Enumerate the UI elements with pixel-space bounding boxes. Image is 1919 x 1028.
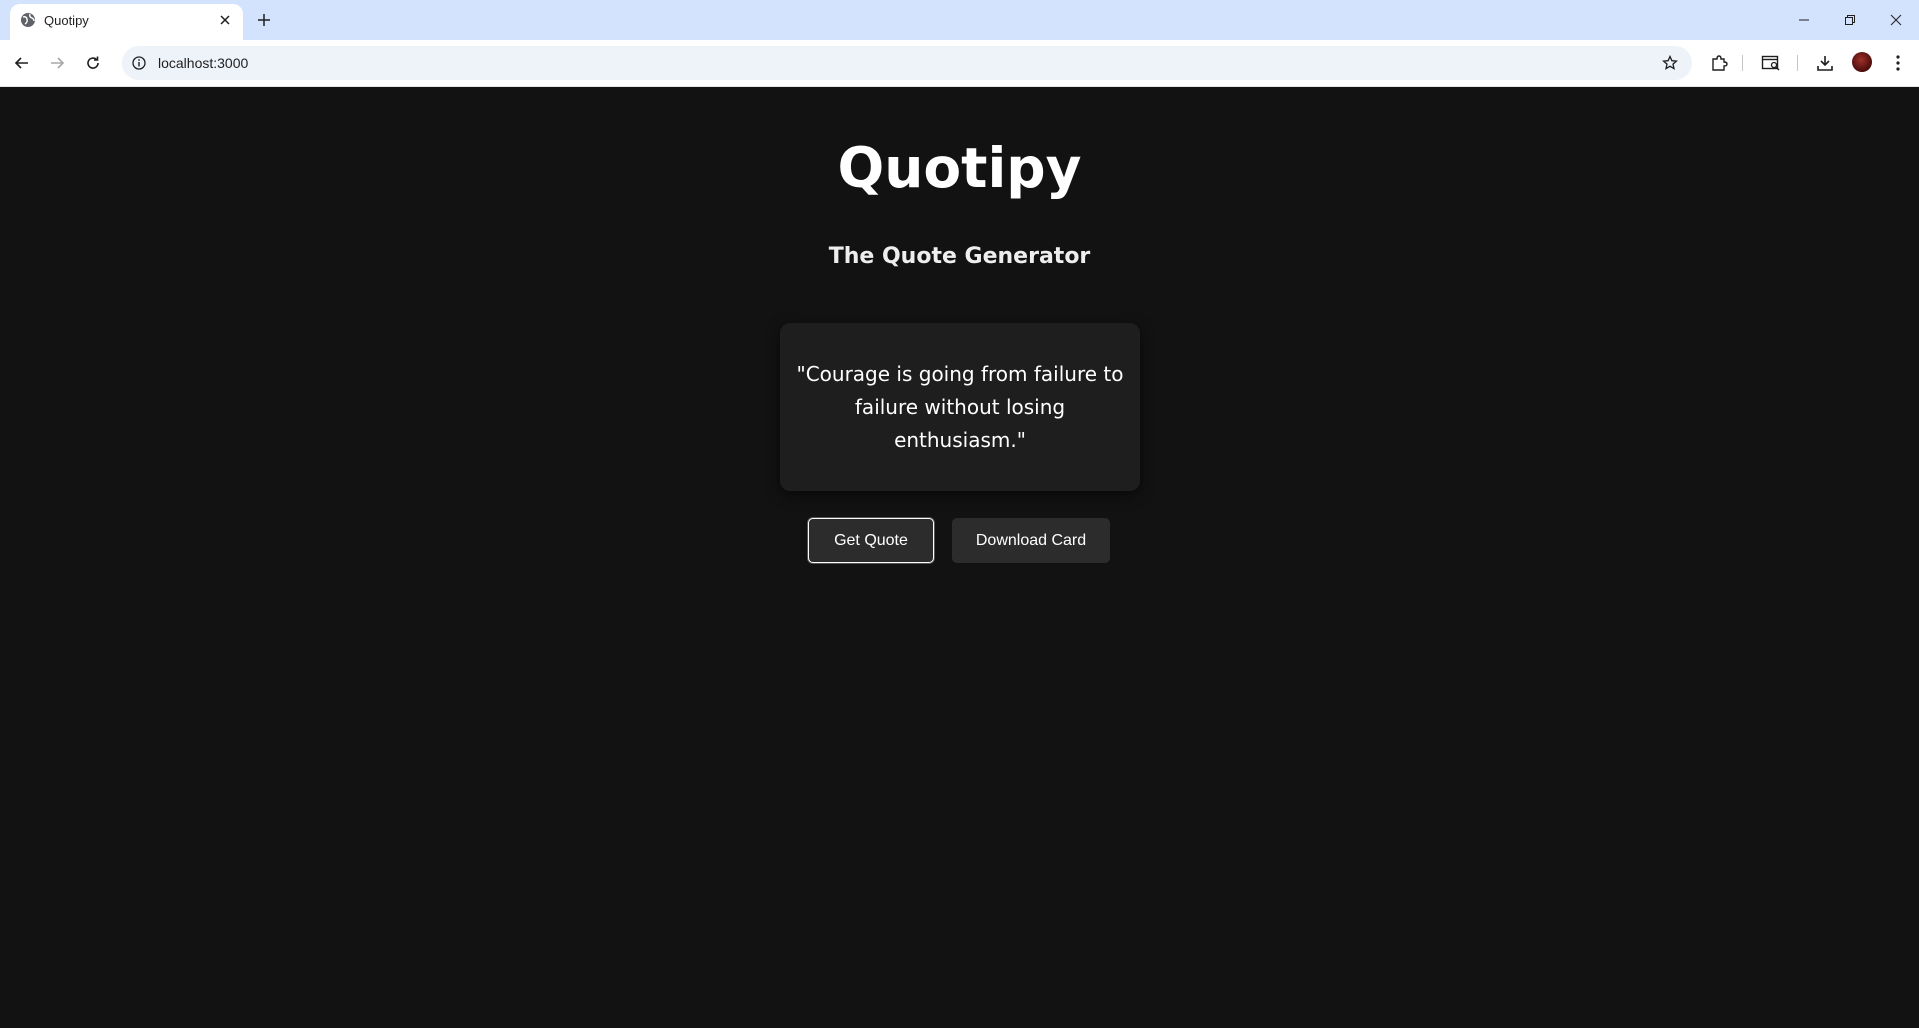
plus-icon [258, 14, 270, 26]
window-close-button[interactable] [1873, 0, 1919, 40]
url-text: localhost:3000 [158, 55, 249, 71]
close-icon [1890, 14, 1902, 26]
browser-tab-active[interactable]: Quotipy [10, 4, 243, 40]
arrow-right-icon [51, 57, 65, 69]
forward-button[interactable] [43, 49, 71, 77]
browser-toolbar: localhost:3000 [0, 40, 1919, 87]
page-content: Quotipy The Quote Generator "Courage is … [0, 87, 1919, 1028]
tab-title: Quotipy [44, 13, 89, 28]
minimize-icon [1799, 19, 1809, 21]
profile-avatar[interactable] [1852, 52, 1872, 72]
download-card-button[interactable]: Download Card [952, 518, 1110, 563]
quote-card: "Courage is going from failure to failur… [780, 323, 1140, 491]
reload-icon [87, 56, 99, 69]
back-button[interactable] [8, 49, 36, 77]
star-icon[interactable] [1660, 53, 1680, 73]
quote-text: "Courage is going from failure to failur… [796, 361, 1124, 452]
toolbar-divider [1797, 55, 1798, 71]
toolbar-divider [1742, 55, 1743, 71]
new-tab-button[interactable] [252, 8, 276, 32]
tab-search-icon[interactable] [1759, 51, 1783, 75]
info-icon[interactable] [130, 54, 148, 72]
get-quote-button[interactable]: Get Quote [808, 518, 934, 563]
restore-icon [1845, 15, 1855, 25]
page-title: Quotipy [837, 136, 1082, 200]
download-icon[interactable] [1813, 51, 1837, 75]
close-icon[interactable] [215, 10, 235, 30]
page-subtitle: The Quote Generator [828, 244, 1091, 269]
minimize-button[interactable] [1781, 0, 1827, 40]
restore-button[interactable] [1827, 0, 1873, 40]
reload-button[interactable] [79, 49, 107, 77]
arrow-left-icon [14, 57, 28, 69]
globe-icon [20, 12, 36, 28]
address-bar[interactable]: localhost:3000 [122, 46, 1692, 80]
menu-dots-icon[interactable] [1886, 51, 1910, 75]
extensions-puzzle-icon[interactable] [1707, 51, 1731, 75]
browser-titlebar: Quotipy [0, 0, 1919, 40]
